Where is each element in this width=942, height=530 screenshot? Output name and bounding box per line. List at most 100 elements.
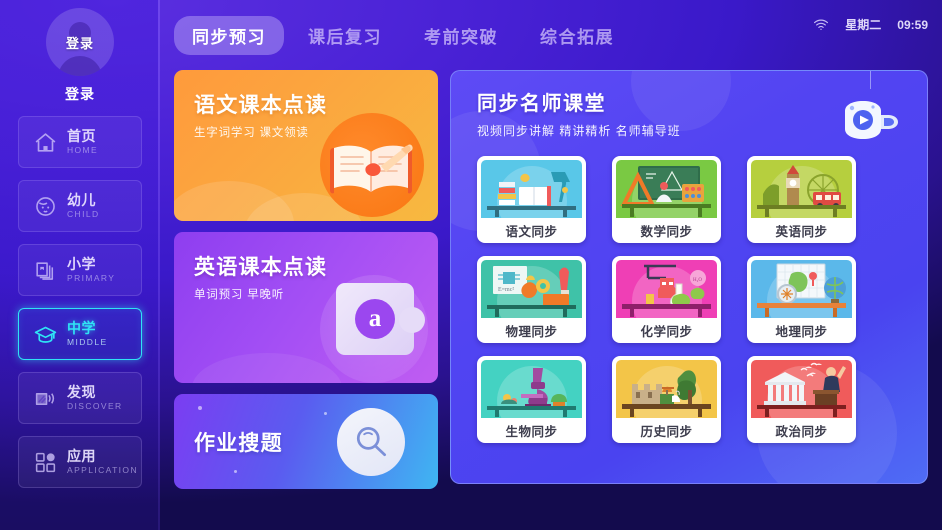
subject-card-english[interactable]: 英语同步 xyxy=(747,156,856,243)
sidebar-item-text: 首页 HOME xyxy=(67,129,98,155)
sidebar-item-label-en: MIDDLE xyxy=(67,336,108,347)
sidebar-item-label-en: HOME xyxy=(67,144,99,155)
sidebar-item-text: 发现 DISCOVER xyxy=(67,385,123,411)
promo-title: 作业搜题 xyxy=(194,431,283,455)
subject-label: 物理同步 xyxy=(505,325,558,339)
app-root: 登录 登录 首页 HOME 幼儿 CHILD 小学 PRIMARY 中学 MID… xyxy=(0,0,942,530)
sidebar-item-label-cn: 发现 xyxy=(67,384,96,401)
sidebar-item-text: 应用 APPLICATION xyxy=(67,449,138,475)
sidebar-item-label-cn: 幼儿 xyxy=(67,192,96,209)
topbar: 同步预习 课后复习 考前突破 综合拓展 星期二 09:59 xyxy=(174,0,942,70)
sidebar-item-text: 小学 PRIMARY xyxy=(67,257,115,283)
avatar-overlay-label: 登录 xyxy=(65,35,94,51)
subject-card-geography[interactable]: 地理同步 xyxy=(747,256,856,343)
open-book-icon xyxy=(324,139,418,199)
sidebar-item-label-en: DISCOVER xyxy=(67,400,123,411)
flask-icon: H₂O xyxy=(616,260,717,318)
sidebar-item-middle[interactable]: 中学 MIDDLE xyxy=(18,308,142,360)
projector-video-icon xyxy=(839,95,905,147)
decor-sparkle xyxy=(324,412,327,415)
promo-card-english-textbook[interactable]: 英语课本点读 单词预习 早晚听 a xyxy=(174,232,438,383)
subject-label: 地理同步 xyxy=(775,325,828,339)
sidebar-item-label-en: PRIMARY xyxy=(67,272,116,283)
promo-title: 语文课本点读 xyxy=(194,94,328,117)
category-tabs: 同步预习 课后复习 考前突破 综合拓展 xyxy=(174,15,632,55)
promo-title: 英语课本点读 xyxy=(194,256,328,279)
subject-label: 生物同步 xyxy=(505,425,558,439)
weekday-label: 星期二 xyxy=(845,18,882,32)
subject-card-physics[interactable]: E=mc² 物理同步 xyxy=(477,256,586,343)
sidebar-item-label-cn: 小学 xyxy=(67,256,96,273)
decor-sparkle xyxy=(234,470,237,473)
avatar-body-shape xyxy=(58,56,102,76)
subject-card-biology[interactable]: 生物同步 xyxy=(477,356,586,443)
sidebar-item-discover[interactable]: 发现 DISCOVER xyxy=(18,372,142,424)
subject-label: 数学同步 xyxy=(640,225,693,239)
subject-card-history[interactable]: 历史同步 xyxy=(612,356,721,443)
apps-grid-icon xyxy=(32,449,58,475)
subject-card-politics[interactable]: 政治同步 xyxy=(747,356,856,443)
sidebar-item-label-cn: 应用 xyxy=(67,448,96,465)
tab-exam-breakthrough[interactable]: 考前突破 xyxy=(406,16,516,55)
sidebar-item-home[interactable]: 首页 HOME xyxy=(18,116,142,168)
circuit-gear-icon: E=mc² xyxy=(481,260,582,318)
wifi-icon xyxy=(813,18,829,31)
tab-comprehensive-expansion[interactable]: 综合拓展 xyxy=(522,16,632,55)
books-icon xyxy=(32,257,58,283)
account-area[interactable]: 登录 登录 xyxy=(0,8,160,104)
great-wall-icon xyxy=(616,360,717,418)
sidebar-item-label-en: APPLICATION xyxy=(67,464,138,475)
baby-face-icon xyxy=(32,193,58,219)
avatar[interactable]: 登录 xyxy=(46,8,114,76)
home-icon xyxy=(32,129,58,155)
main-area: 同步预习 课后复习 考前突破 综合拓展 星期二 09:59 语文课本点读 生字词… xyxy=(160,0,942,530)
promo-column: 语文课本点读 生字词学习 课文领读 英语课本点读 单词预习 早晚听 a 作业搜题 xyxy=(174,70,438,489)
promo-card-homework-search[interactable]: 作业搜题 xyxy=(174,394,438,489)
subject-label: 政治同步 xyxy=(775,425,828,439)
svg-text:H₂O: H₂O xyxy=(693,278,702,283)
login-label: 登录 xyxy=(65,86,95,102)
promo-card-text: 语文课本点读 生字词学习 课文领读 xyxy=(194,89,438,140)
blackboard-icon xyxy=(616,160,717,218)
subject-grid: 语文同步 数学同步 英语同步 E=mc² 物理同步 H₂O 化学同步 地理同步 … xyxy=(477,156,927,443)
decor-wire xyxy=(869,71,871,89)
discover-icon xyxy=(32,385,58,411)
tab-sync-preview[interactable]: 同步预习 xyxy=(174,15,284,55)
subject-label: 历史同步 xyxy=(640,425,693,439)
sidebar: 登录 登录 首页 HOME 幼儿 CHILD 小学 PRIMARY 中学 MID… xyxy=(0,0,160,530)
status-bar: 星期二 09:59 xyxy=(813,16,928,33)
decor-sparkle xyxy=(198,406,202,410)
subject-card-chemistry[interactable]: H₂O 化学同步 xyxy=(612,256,721,343)
microscope-icon xyxy=(481,360,582,418)
subject-label: 英语同步 xyxy=(775,225,828,239)
subject-label: 化学同步 xyxy=(640,325,693,339)
promo-card-text: 作业搜题 xyxy=(194,427,283,457)
big-ben-bus-icon xyxy=(751,160,852,218)
graduation-cap-icon xyxy=(32,321,58,347)
sidebar-item-text: 幼儿 CHILD xyxy=(67,193,100,219)
sidebar-item-child[interactable]: 幼儿 CHILD xyxy=(18,180,142,232)
temple-speaker-icon xyxy=(751,360,852,418)
sidebar-item-primary[interactable]: 小学 PRIMARY xyxy=(18,244,142,296)
svg-text:E=mc²: E=mc² xyxy=(498,287,514,293)
map-globe-icon xyxy=(751,260,852,318)
subject-label: 语文同步 xyxy=(505,225,558,239)
sidebar-item-label-cn: 中学 xyxy=(67,320,96,337)
promo-subtitle: 生字词学习 课文领读 xyxy=(194,127,309,139)
letter-a-card-icon: a xyxy=(336,283,425,355)
sidebar-item-label-cn: 首页 xyxy=(67,128,96,145)
magnifier-icon xyxy=(337,407,405,476)
tab-after-class-review[interactable]: 课后复习 xyxy=(290,16,400,55)
promo-card-chinese-textbook[interactable]: 语文课本点读 生字词学习 课文领读 xyxy=(174,70,438,221)
sidebar-item-application[interactable]: 应用 APPLICATION xyxy=(18,436,142,488)
clock-label: 09:59 xyxy=(897,17,928,32)
decor-bridge xyxy=(192,353,342,383)
classroom-panel: 同步名师课堂 视频同步讲解 精讲精析 名师辅导班 语文同步 数学同步 英语同步 … xyxy=(450,70,928,484)
letter-a-glyph: a xyxy=(355,299,395,339)
books-lamp-icon xyxy=(481,160,582,218)
sidebar-item-label-en: CHILD xyxy=(67,208,100,219)
sidebar-item-text: 中学 MIDDLE xyxy=(67,321,108,347)
subject-card-chinese[interactable]: 语文同步 xyxy=(477,156,586,243)
subject-card-math[interactable]: 数学同步 xyxy=(612,156,721,243)
content-area: 语文课本点读 生字词学习 课文领读 英语课本点读 单词预习 早晚听 a 作业搜题… xyxy=(174,70,942,489)
